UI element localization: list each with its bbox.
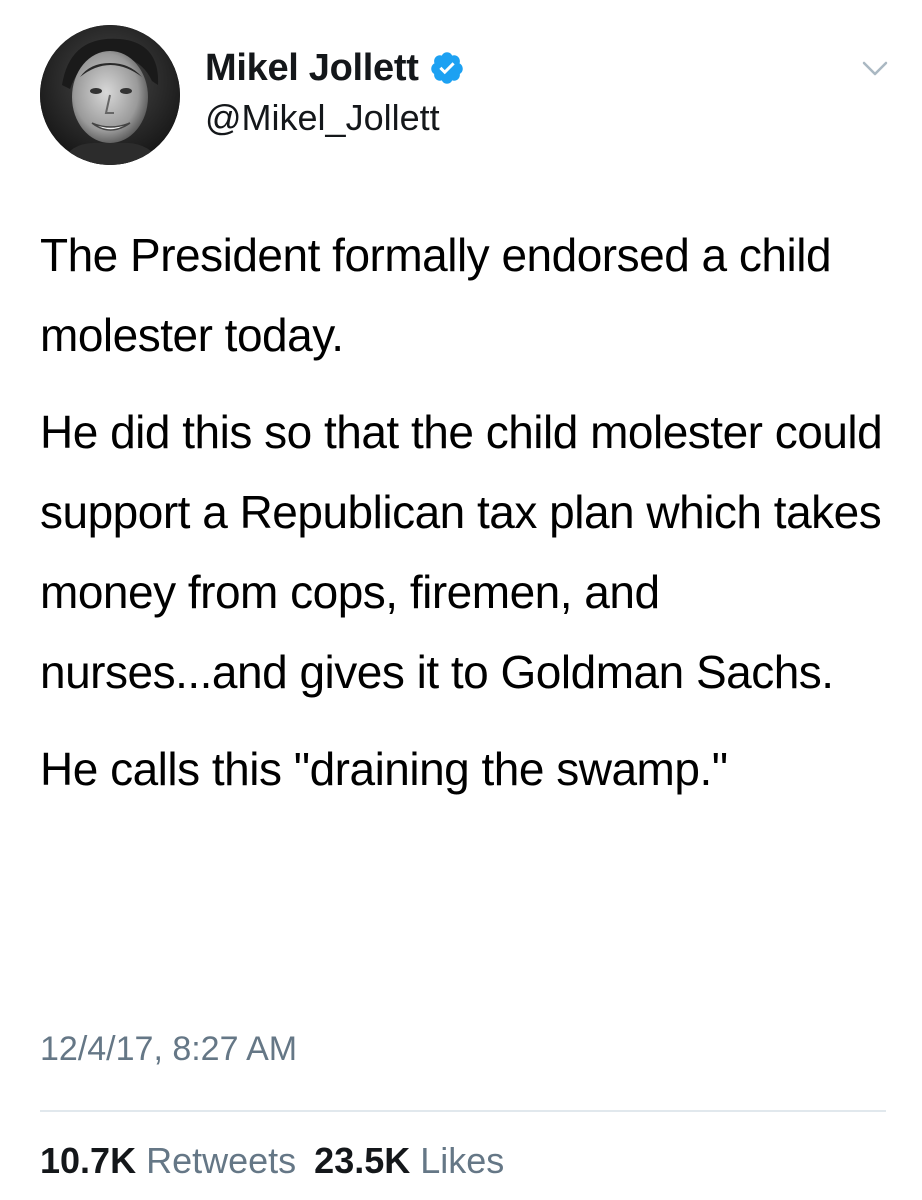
likes-count: 23.5K [314,1140,411,1181]
chevron-down-icon[interactable] [860,53,890,83]
tweet-paragraph: He calls this "draining the swamp." [40,743,728,795]
retweets-label: Retweets [146,1140,297,1181]
tweet-paragraph: He did this so that the child molester c… [40,406,883,698]
tweet-card: Mikel Jollett @Mikel_Jollett The Preside… [0,0,922,1200]
verified-badge-icon [429,50,465,86]
likes-label: Likes [420,1140,505,1181]
tweet-paragraph: The President formally endorsed a child … [40,229,832,361]
tweet-text: The President formally endorsed a child … [40,215,890,809]
tweet-stats: 10.7K Retweets 23.5K Likes [40,1140,504,1182]
retweets-stat[interactable]: 10.7K Retweets [40,1140,296,1181]
likes-stat[interactable]: 23.5K Likes [314,1140,504,1181]
display-name[interactable]: Mikel Jollett [205,47,419,90]
retweets-count: 10.7K [40,1140,137,1181]
author-handle[interactable]: @Mikel_Jollett [205,97,465,139]
avatar[interactable] [40,25,180,165]
divider [40,1110,886,1112]
profile-photo-icon [40,25,180,165]
display-name-row: Mikel Jollett [205,43,465,93]
author-info[interactable]: Mikel Jollett @Mikel_Jollett [205,43,465,139]
tweet-header: Mikel Jollett @Mikel_Jollett [40,25,890,165]
tweet-timestamp[interactable]: 12/4/17, 8:27 AM [40,1030,297,1069]
